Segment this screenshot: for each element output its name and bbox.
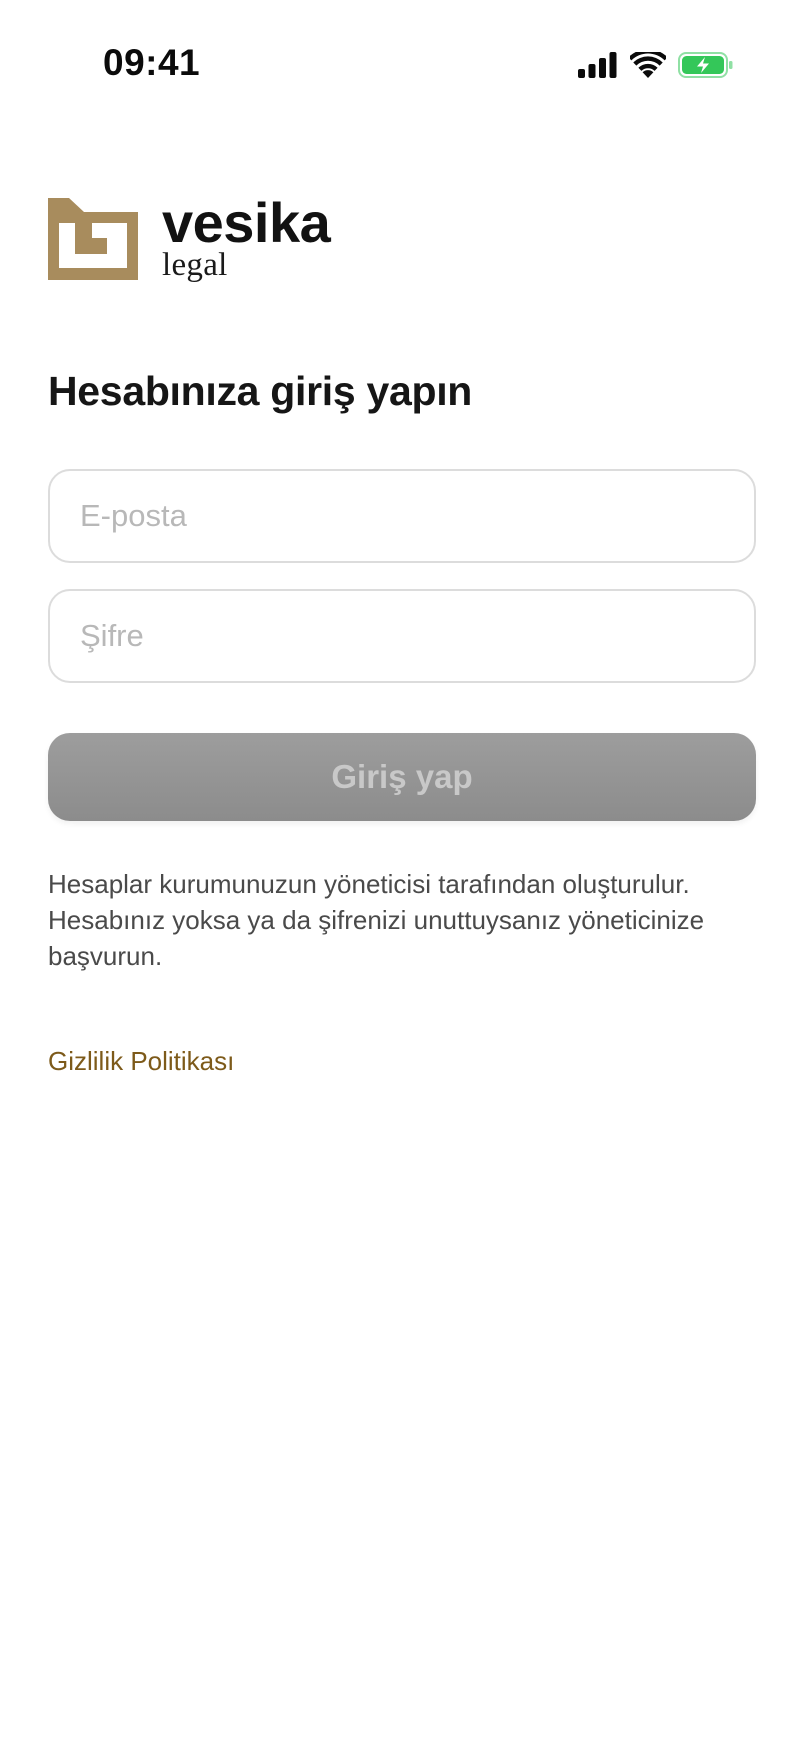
signal-icon	[578, 52, 617, 78]
status-icons	[578, 48, 734, 82]
password-field[interactable]	[48, 589, 756, 683]
battery-charging-icon	[678, 52, 733, 78]
folder-logo-icon	[48, 198, 138, 280]
brand-name: vesika	[162, 191, 331, 254]
status-time: 09:41	[103, 42, 201, 83]
help-text: Hesaplar kurumunuzun yöneticisi tarafınd…	[48, 869, 705, 971]
brand-wordmark: vesika legal	[162, 191, 331, 283]
email-field[interactable]	[48, 469, 756, 563]
privacy-policy-link[interactable]: Gizlilik Politikası	[48, 1046, 234, 1077]
login-button[interactable]: Giriş yap	[48, 733, 756, 821]
brand-logo: vesika legal	[48, 191, 331, 286]
wifi-icon	[630, 52, 666, 78]
page-title: Hesabınıza giriş yapın	[48, 368, 473, 414]
status-bar: 09:41	[0, 0, 804, 130]
